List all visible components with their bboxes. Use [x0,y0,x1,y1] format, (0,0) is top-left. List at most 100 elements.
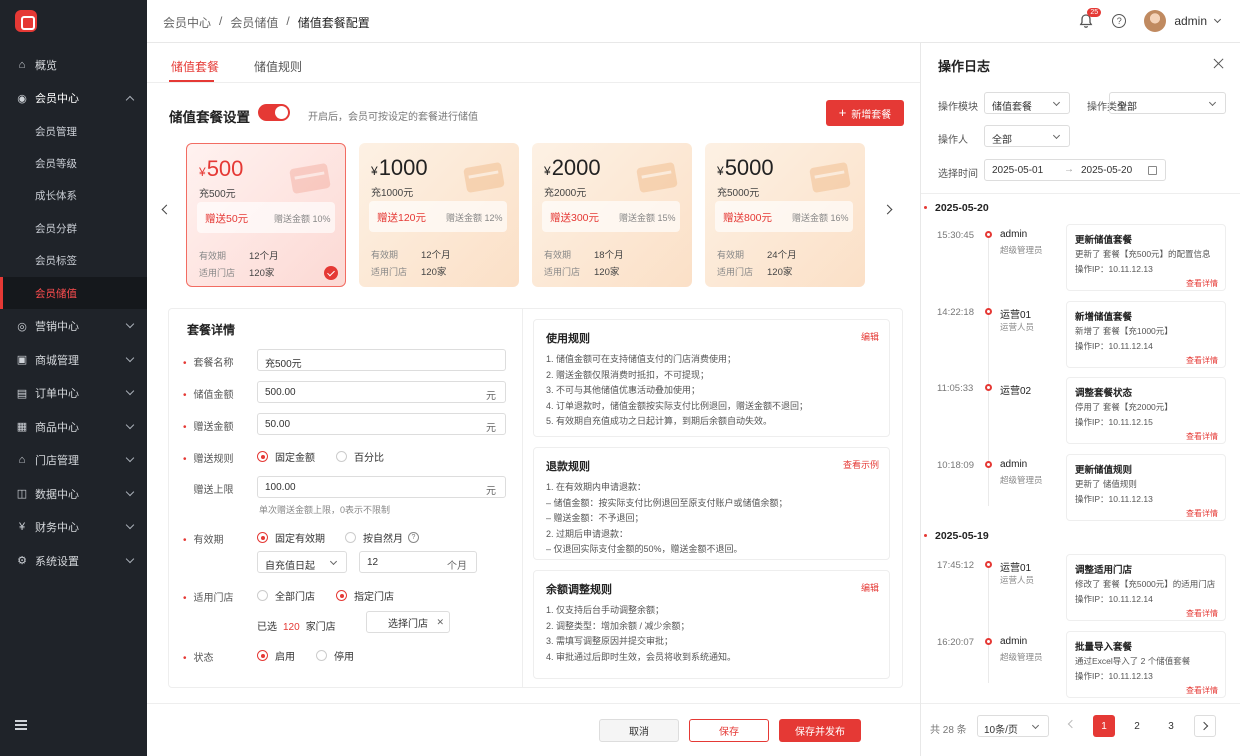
validity-fixed-radio[interactable]: 固定有效期 [257,530,325,545]
select-store-button[interactable]: 选择门店 ✕ [366,611,450,633]
rule-percent-radio[interactable]: 百分比 [336,449,384,464]
section-title: 储值套餐设置 [169,110,250,125]
sidebar-item[interactable]: ▣ 商城管理 [0,343,147,377]
chevron-down-icon [125,320,135,329]
log-detail-link[interactable]: 查看详情 [1186,355,1218,366]
rule-line: 1. 储值金额可在支持储值支付的门店消费使用； [546,354,737,364]
sidebar-subitem[interactable]: 成长体系 [0,180,147,212]
collapse-menu-icon[interactable] [15,720,27,730]
carousel-prev-icon[interactable] [161,204,172,215]
type-select[interactable]: 全部 [1109,92,1226,114]
sidebar-subitem[interactable]: 会员分群 [0,212,147,244]
field-label: • 状态 [183,653,214,664]
sidebar-item[interactable]: ▦ 商品中心 [0,410,147,444]
log-detail-link[interactable]: 查看详情 [1186,278,1218,289]
log-detail-link[interactable]: 查看详情 [1186,508,1218,519]
package-card[interactable]: ¥5000 充5000元 赠送800元 赠送金额 16% 有效期 24个月 适用门店 120家 [705,143,865,287]
sidebar-subitem[interactable]: 会员标签 [0,245,147,277]
next-page-icon[interactable] [1194,715,1216,737]
log-detail-link[interactable]: 查看详情 [1186,685,1218,696]
filter-label: 选择时间 [938,169,978,180]
log-ip: 操作IP：10.11.12.14 [1075,340,1153,351]
page-size-select[interactable]: 10条/页 [977,715,1049,737]
date-from: 2025-05-01 [992,165,1044,176]
sidebar-subitem[interactable]: 会员等级 [0,147,147,179]
stores-label: 适用门店 [371,267,408,277]
cap-hint: 单次赠送金额上限，0表示不限制 [259,505,391,515]
sidebar-subitem[interactable]: 会员储值 [0,276,147,310]
rule-action-link[interactable]: 编辑 [861,581,879,594]
page-button[interactable]: 2 [1126,715,1148,737]
validity-months-input[interactable]: 12 个月 [359,551,477,573]
log-role: 超级管理员 [1000,245,1043,255]
log-user: 运营02 [1000,386,1032,397]
sidebar-item[interactable]: ◉ 会员中心 [0,82,147,116]
chevron-down-icon [1213,15,1222,24]
breadcrumb-item[interactable]: 会员中心 [163,14,211,31]
sidebar: ⌂ 概览 ◉ 会员中心 会员管理 会员等级 成长体系 会员分群 会员标签 会员储值 ◎ 营销中心 ▣ 商城… [0,0,147,756]
stores-label: 适用门店 [544,267,581,277]
log-time: 15:30:45 [937,230,974,241]
rule-fixed-radio[interactable]: 固定金额 [257,449,315,464]
question-icon[interactable]: ? [408,532,419,543]
stored-amount-input[interactable]: 500.00 元 [257,381,506,403]
tab-packages[interactable]: 储值套餐 [171,58,219,75]
sidebar-item[interactable]: ▤ 订单中心 [0,376,147,410]
module-select[interactable]: 储值套餐 [984,92,1070,114]
user-menu[interactable]: admin [1144,10,1222,32]
operator-select[interactable]: 全部 [984,125,1070,147]
status-on-radio[interactable]: 启用 [257,648,295,663]
sidebar-item[interactable]: ⚙ 系统设置 [0,544,147,578]
rule-action-link[interactable]: 编辑 [861,330,879,343]
stores-label: 适用门店 [717,267,754,277]
sidebar-item-label: 门店管理 [35,455,79,468]
bell-icon[interactable]: 25 [1078,8,1102,29]
package-card[interactable]: ¥2000 充2000元 赠送300元 赠送金额 15% 有效期 18个月 适用门店 120家 [532,143,692,287]
help-icon[interactable]: ? [1112,14,1127,28]
tab-rules[interactable]: 储值规则 [254,58,302,75]
page-button[interactable]: 3 [1160,715,1182,737]
close-icon[interactable]: ✕ [436,617,444,628]
sidebar-item-label: 概览 [35,59,57,72]
package-card[interactable]: ¥500 充500元 赠送50元 赠送金额 10% 有效期 12个月 适用门店 120家 [186,143,346,287]
breadcrumb-item[interactable]: 会员储值 [230,14,278,31]
log-detail-link[interactable]: 查看详情 [1186,608,1218,619]
validity-start-select[interactable]: 自充值日起 [257,551,347,573]
cancel-button[interactable]: 取消 [599,719,679,742]
stores-all-radio[interactable]: 全部门店 [257,588,315,603]
log-detail-link[interactable]: 查看详情 [1186,431,1218,442]
add-package-button[interactable]: + 新增套餐 [826,100,904,126]
package-name: 充1000元 [371,188,414,199]
sidebar-item[interactable]: ⌂ 概览 [0,48,147,82]
bonus-amount-input[interactable]: 50.00 元 [257,413,506,435]
package-name-input[interactable]: 充500元 [257,349,506,371]
save-publish-button[interactable]: 保存并发布 [779,719,861,742]
sidebar-subitem[interactable]: 会员管理 [0,115,147,147]
package-enable-toggle[interactable] [258,104,290,121]
sidebar-item[interactable]: ¥ 财务中心 [0,510,147,544]
log-desc: 更新了 储值规则 [1075,478,1137,489]
calendar-icon [1148,166,1157,175]
app-logo[interactable] [15,10,37,32]
status-off-radio[interactable]: 停用 [316,648,354,663]
rule-line: 3. 不可与其他储值优惠活动叠加使用； [546,385,701,395]
carousel-next-icon[interactable] [882,204,893,215]
sidebar-item[interactable]: ⌂ 门店管理 [0,443,147,477]
close-icon[interactable] [1213,58,1224,69]
sidebar-item[interactable]: ◫ 数据中心 [0,477,147,511]
log-card: 调整套餐状态 停用了 套餐【充2000元】 操作IP：10.11.12.15 查看详情 [1066,377,1226,444]
log-desc: 修改了 套餐【充5000元】的适用门店 [1075,579,1216,589]
date-range-picker[interactable]: 2025-05-01 → 2025-05-20 [984,159,1166,181]
prev-page-icon[interactable] [1067,719,1077,729]
save-button[interactable]: 保存 [689,719,769,742]
bonus-cap-input[interactable]: 100.00 元 [257,476,506,498]
page-button[interactable]: 1 [1093,715,1115,737]
validity-natural-radio[interactable]: 按自然月? [345,530,419,545]
sidebar-item[interactable]: ◎ 营销中心 [0,309,147,343]
package-card[interactable]: ¥1000 充1000元 赠送120元 赠送金额 12% 有效期 12个月 适用门店 120家 [359,143,519,287]
log-card: 更新储值套餐 更新了 套餐【充500元】的配置信息 操作IP：10.11.12.13… [1066,224,1226,291]
rule-action-link[interactable]: 查看示例 [843,458,879,471]
stores-specified-radio[interactable]: 指定门店 [336,588,394,603]
package-name: 充2000元 [544,188,587,199]
tab-bar: 储值套餐 储值规则 [147,43,920,83]
